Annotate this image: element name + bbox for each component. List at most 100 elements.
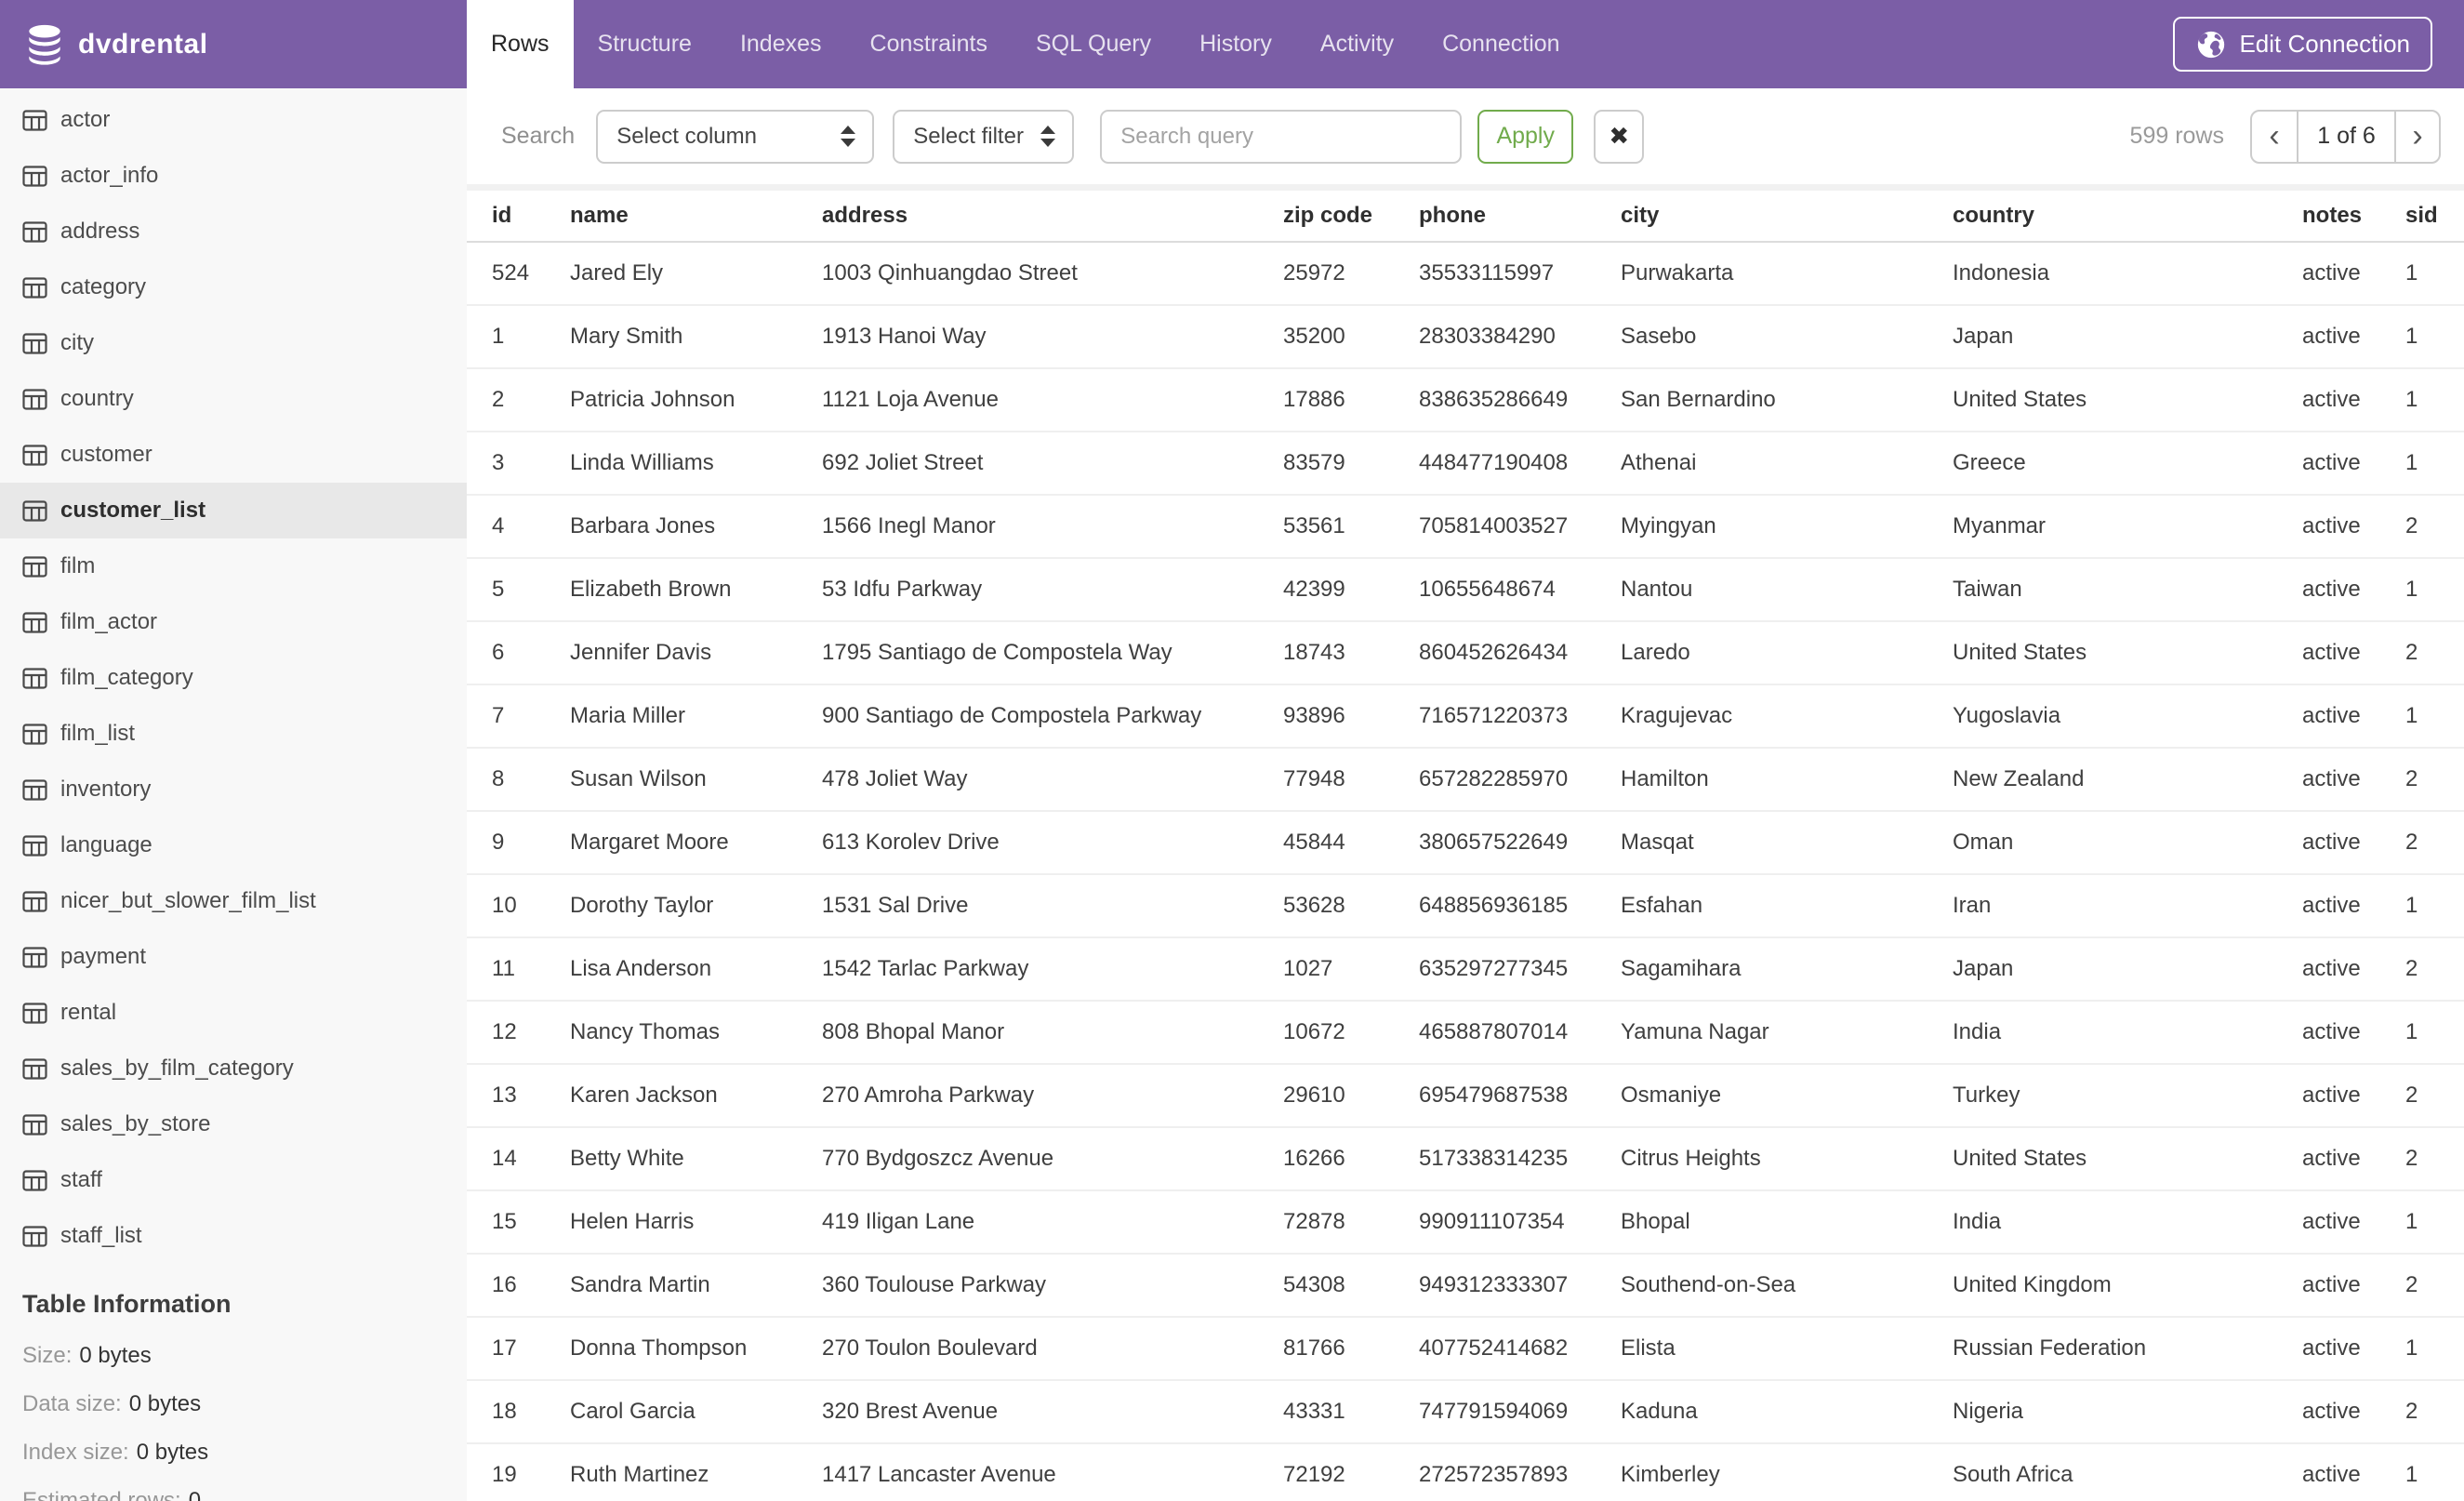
cell-zip-code: 29610 <box>1283 1083 1345 1108</box>
column-header-address[interactable]: address <box>822 203 1283 229</box>
cell-zip-code: 35200 <box>1283 324 1345 349</box>
table-row[interactable]: 6 Jennifer Davis 1795 Santiago de Composte… <box>467 622 2464 685</box>
sidebar-item-language[interactable]: language <box>0 817 467 873</box>
sidebar-item-rental[interactable]: rental <box>0 985 467 1041</box>
column-header-country[interactable]: country <box>1953 203 2302 229</box>
tab-constraints[interactable]: Constraints <box>846 0 1012 88</box>
table-row[interactable]: 19 Ruth Martinez 1417 Lancaster Avenue 7219… <box>467 1444 2464 1501</box>
edit-connection-label: Edit Connection <box>2239 30 2410 58</box>
cell-notes: active <box>2302 1146 2361 1171</box>
cell-notes: active <box>2302 1209 2361 1234</box>
sidebar-item-inventory[interactable]: inventory <box>0 762 467 817</box>
next-page-button[interactable]: › <box>2394 111 2439 162</box>
column-header-name[interactable]: name <box>570 203 822 229</box>
table-row[interactable]: 1 Mary Smith 1913 Hanoi Way 35200 2830338429… <box>467 306 2464 369</box>
cell-country: South Africa <box>1953 1462 2073 1487</box>
table-row[interactable]: 17 Donna Thompson 270 Toulon Boulevard 8176… <box>467 1318 2464 1381</box>
sidebar-item-staff_list[interactable]: staff_list <box>0 1208 467 1264</box>
cell-zip-code: 53561 <box>1283 513 1345 538</box>
database-icon <box>29 24 60 65</box>
table-row[interactable]: 13 Karen Jackson 270 Amroha Parkway 29610 69… <box>467 1065 2464 1128</box>
cell-address: 1417 Lancaster Avenue <box>822 1462 1056 1487</box>
cell-id: 5 <box>492 577 505 602</box>
sidebar-item-country[interactable]: country <box>0 371 467 427</box>
table-row[interactable]: 7 Maria Miller 900 Santiago de Compostela … <box>467 685 2464 749</box>
search-query-input[interactable] <box>1100 109 1463 164</box>
table-row[interactable]: 4 Barbara Jones 1566 Inegl Manor 53561 70581… <box>467 496 2464 559</box>
cell-city: Athenai <box>1621 450 1697 475</box>
sidebar-item-sales_by_store[interactable]: sales_by_store <box>0 1096 467 1152</box>
cell-country: India <box>1953 1209 2002 1234</box>
cell-id: 6 <box>492 640 505 665</box>
sidebar-item-customer_list[interactable]: customer_list <box>0 483 467 538</box>
sidebar-item-actor[interactable]: actor <box>0 92 467 148</box>
cell-notes: active <box>2302 513 2361 538</box>
table-row[interactable]: 15 Helen Harris 419 Iligan Lane 72878 990911… <box>467 1191 2464 1255</box>
cell-sid: 1 <box>2405 260 2418 286</box>
table-icon <box>22 220 47 243</box>
table-row[interactable]: 14 Betty White 770 Bydgoszcz Avenue 16266 51… <box>467 1128 2464 1191</box>
column-header-city[interactable]: city <box>1621 203 1953 229</box>
table-information: Table Information Size: 0 bytes Data size:… <box>0 1264 467 1501</box>
sidebar-item-category[interactable]: category <box>0 259 467 315</box>
sidebar-item-city[interactable]: city <box>0 315 467 371</box>
cell-phone: 747791594069 <box>1419 1399 1569 1424</box>
sidebar-item-film_category[interactable]: film_category <box>0 650 467 706</box>
select-arrows-icon <box>1040 126 1056 147</box>
column-header-id[interactable]: id <box>492 203 570 229</box>
tab-connection[interactable]: Connection <box>1418 0 1583 88</box>
sidebar-item-address[interactable]: address <box>0 204 467 259</box>
sidebar-item-payment[interactable]: payment <box>0 929 467 985</box>
table-row[interactable]: 10 Dorothy Taylor 1531 Sal Drive 53628 64885… <box>467 875 2464 938</box>
cell-country: New Zealand <box>1953 766 2085 791</box>
tab-indexes[interactable]: Indexes <box>716 0 846 88</box>
tab-history[interactable]: History <box>1175 0 1296 88</box>
edit-connection-button[interactable]: Edit Connection <box>2173 17 2432 72</box>
cell-name: Helen Harris <box>570 1209 695 1234</box>
filter-select[interactable]: Select filter <box>893 109 1075 164</box>
cell-phone: 990911107354 <box>1419 1209 1565 1234</box>
sidebar-item-film_actor[interactable]: film_actor <box>0 594 467 650</box>
column-select[interactable]: Select column <box>596 109 875 164</box>
table-row[interactable]: 8 Susan Wilson 478 Joliet Way 77948 65728228… <box>467 749 2464 812</box>
cell-phone: 949312333307 <box>1419 1272 1569 1297</box>
cell-phone: 517338314235 <box>1419 1146 1569 1171</box>
table-row[interactable]: 18 Carol Garcia 320 Brest Avenue 43331 74779… <box>467 1381 2464 1444</box>
cell-zip-code: 10672 <box>1283 1019 1345 1044</box>
sidebar-item-staff[interactable]: staff <box>0 1152 467 1208</box>
table-row[interactable]: 3 Linda Williams 692 Joliet Street 83579 448… <box>467 432 2464 496</box>
tab-sql-query[interactable]: SQL Query <box>1012 0 1175 88</box>
cell-address: 320 Brest Avenue <box>822 1399 999 1424</box>
sidebar-item-nicer_but_slower_film_list[interactable]: nicer_but_slower_film_list <box>0 873 467 929</box>
app-header: dvdrental Rows Structure Indexes Constraint… <box>0 0 2464 88</box>
table-row[interactable]: 524 Jared Ely 1003 Qinhuangdao Street 25972… <box>467 243 2464 306</box>
cell-country: Myanmar <box>1953 513 2047 538</box>
clear-search-button[interactable]: ✖ <box>1594 109 1645 164</box>
sidebar-item-customer[interactable]: customer <box>0 427 467 483</box>
table-row[interactable]: 9 Margaret Moore 613 Korolev Drive 45844 380… <box>467 812 2464 875</box>
tab-activity[interactable]: Activity <box>1296 0 1418 88</box>
sidebar-item-film_list[interactable]: film_list <box>0 706 467 762</box>
tab-rows[interactable]: Rows <box>467 0 574 88</box>
apply-button[interactable]: Apply <box>1477 109 1574 164</box>
table-icon <box>22 834 47 857</box>
column-header-notes[interactable]: notes <box>2302 203 2405 229</box>
table-row[interactable]: 5 Elizabeth Brown 53 Idfu Parkway 42399 1065… <box>467 559 2464 622</box>
column-header-sid[interactable]: sid <box>2405 203 2464 229</box>
table-icon <box>22 165 47 187</box>
main: Search Select column Select filter Apply… <box>467 88 2464 1501</box>
previous-page-button[interactable]: ‹ <box>2252 111 2298 162</box>
sidebar-item-sales_by_film_category[interactable]: sales_by_film_category <box>0 1041 467 1096</box>
column-header-phone[interactable]: phone <box>1419 203 1621 229</box>
sidebar-item-actor_info[interactable]: actor_info <box>0 148 467 204</box>
cell-zip-code: 43331 <box>1283 1399 1345 1424</box>
tab-structure[interactable]: Structure <box>574 0 716 88</box>
table-row[interactable]: 11 Lisa Anderson 1542 Tarlac Parkway 1027 63… <box>467 938 2464 1002</box>
sidebar-item-film[interactable]: film <box>0 538 467 594</box>
toolbar-divider <box>467 184 2464 191</box>
column-header-zip-code[interactable]: zip code <box>1283 203 1419 229</box>
table-row[interactable]: 16 Sandra Martin 360 Toulouse Parkway 54308… <box>467 1255 2464 1318</box>
table-row[interactable]: 12 Nancy Thomas 808 Bhopal Manor 10672 46588… <box>467 1002 2464 1065</box>
table-row[interactable]: 2 Patricia Johnson 1121 Loja Avenue 17886 83… <box>467 369 2464 432</box>
table-icon <box>22 276 47 299</box>
